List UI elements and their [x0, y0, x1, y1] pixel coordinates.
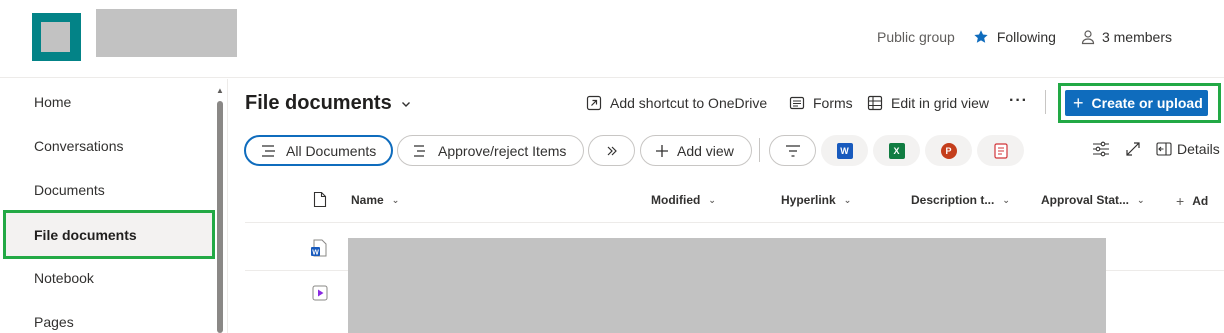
view-approve-reject[interactable]: Approve/reject Items — [397, 135, 584, 166]
filter-button[interactable] — [769, 135, 816, 166]
more-options-button[interactable]: ··· — [1009, 92, 1028, 110]
nav-item-home[interactable]: Home — [34, 94, 71, 110]
add-column-label: Ad — [1192, 194, 1209, 208]
plus-icon — [656, 144, 668, 157]
video-file-icon — [312, 285, 328, 301]
members-label: 3 members — [1101, 29, 1172, 45]
library-title-label: File documents — [245, 92, 392, 114]
details-pane-icon — [1156, 142, 1172, 156]
forms-icon — [789, 96, 805, 110]
site-header: Public group Following 3 members — [0, 0, 1224, 78]
right-tools: Details — [1092, 141, 1220, 157]
chevron-down-icon — [401, 101, 410, 107]
add-view-label: Add view — [677, 142, 734, 159]
chevron-down-icon: ⌄ — [843, 194, 852, 205]
library-title[interactable]: File documents — [245, 92, 412, 115]
forms-button[interactable]: Forms — [789, 95, 853, 111]
scroll-thumb[interactable] — [217, 101, 223, 333]
chevron-down-icon: ⌄ — [391, 194, 400, 205]
expand-icon[interactable] — [1125, 141, 1141, 157]
column-header-name[interactable]: Name ⌄ — [351, 193, 399, 207]
new-excel-button[interactable]: X — [873, 135, 920, 166]
star-icon — [974, 30, 988, 43]
view-all-documents[interactable]: All Documents — [244, 135, 393, 166]
nav-item-notebook[interactable]: Notebook — [34, 270, 94, 286]
filter-icon — [785, 144, 800, 157]
column-header-approval-status[interactable]: Approval Stat... ⌄ — [1041, 193, 1145, 207]
grid-icon — [867, 95, 883, 111]
list-view-icon — [262, 144, 275, 157]
forms-label: Forms — [813, 95, 853, 111]
column-name-label: Name — [351, 193, 384, 207]
view-approve-reject-label: Approve/reject Items — [438, 142, 567, 159]
more-views-button[interactable] — [588, 135, 635, 166]
add-view-button[interactable]: Add view — [640, 135, 752, 166]
chevron-down-icon: ⌄ — [1002, 194, 1010, 205]
column-description-label: Description t... — [911, 193, 995, 207]
command-divider — [1045, 90, 1046, 114]
nav-item-file-documents[interactable]: File documents — [3, 210, 215, 259]
word-icon: W — [836, 142, 853, 159]
list-view-icon — [414, 144, 425, 157]
plus-icon: + — [1073, 93, 1084, 113]
add-shortcut-label: Add shortcut to OneDrive — [610, 95, 768, 111]
document-icon — [313, 191, 327, 208]
table-row-icon-word: W — [311, 239, 327, 262]
following-button[interactable]: Following — [973, 29, 1056, 45]
create-or-upload-label: Create or upload — [1091, 95, 1203, 111]
chevron-down-icon: ⌄ — [708, 194, 716, 205]
nav-item-file-documents-label: File documents — [34, 227, 137, 243]
new-forms-button[interactable] — [977, 135, 1024, 166]
create-or-upload-button[interactable]: + Create or upload — [1065, 90, 1208, 116]
details-pane-button[interactable]: Details — [1156, 141, 1220, 157]
members-button[interactable]: 3 members — [1080, 29, 1172, 45]
edit-grid-view-button[interactable]: Edit in grid view — [867, 95, 989, 111]
site-logo-redacted — [41, 22, 70, 52]
new-word-button[interactable]: W — [821, 135, 868, 166]
person-icon — [1081, 30, 1095, 45]
following-label: Following — [996, 29, 1056, 45]
nav-item-documents[interactable]: Documents — [34, 182, 105, 198]
table-row-icon-video — [312, 285, 328, 306]
header-divider — [245, 222, 1224, 223]
column-header-modified[interactable]: Modified ⌄ — [651, 193, 716, 207]
redacted-file-rows — [348, 238, 1106, 333]
nav-item-pages[interactable]: Pages — [34, 314, 74, 330]
chevron-down-icon: ⌄ — [1137, 194, 1145, 205]
column-hyperlink-label: Hyperlink — [781, 193, 836, 207]
forms-icon — [993, 142, 1008, 159]
column-modified-label: Modified — [651, 193, 701, 207]
view-all-documents-label: All Documents — [286, 142, 377, 159]
edit-grid-view-label: Edit in grid view — [891, 95, 990, 111]
site-logo[interactable] — [32, 13, 81, 61]
word-file-icon: W — [311, 239, 327, 257]
create-upload-highlight: + Create or upload — [1058, 83, 1221, 123]
column-header-hyperlink[interactable]: Hyperlink ⌄ — [781, 193, 851, 207]
column-approval-label: Approval Stat... — [1041, 193, 1130, 207]
nav-item-conversations[interactable]: Conversations — [34, 138, 124, 154]
toolbar-divider — [759, 138, 760, 162]
customize-columns-icon[interactable] — [1092, 141, 1110, 157]
details-label: Details — [1177, 141, 1220, 157]
header-actions: Public group Following 3 members — [877, 29, 1172, 45]
add-shortcut-button[interactable]: Add shortcut to OneDrive — [586, 95, 767, 111]
column-header-description[interactable]: Description t... ⌄ — [911, 193, 1010, 207]
excel-icon: X — [888, 142, 905, 159]
group-privacy-label: Public group — [877, 29, 955, 45]
shortcut-icon — [586, 95, 602, 111]
plus-icon: + — [1176, 193, 1185, 209]
scroll-up-arrow-icon[interactable]: ▲ — [216, 87, 224, 95]
svg-text:W: W — [312, 250, 319, 257]
nav-scrollbar[interactable]: ▲ — [216, 87, 224, 333]
site-title-redacted — [96, 9, 237, 57]
double-chevron-right-icon — [607, 146, 617, 155]
powerpoint-icon: P — [940, 142, 957, 159]
left-navigation: Home Conversations Documents File docume… — [0, 79, 228, 333]
file-type-column-header[interactable] — [313, 191, 327, 208]
new-powerpoint-button[interactable]: P — [925, 135, 972, 166]
add-column-button[interactable]: + Ad — [1176, 193, 1208, 209]
